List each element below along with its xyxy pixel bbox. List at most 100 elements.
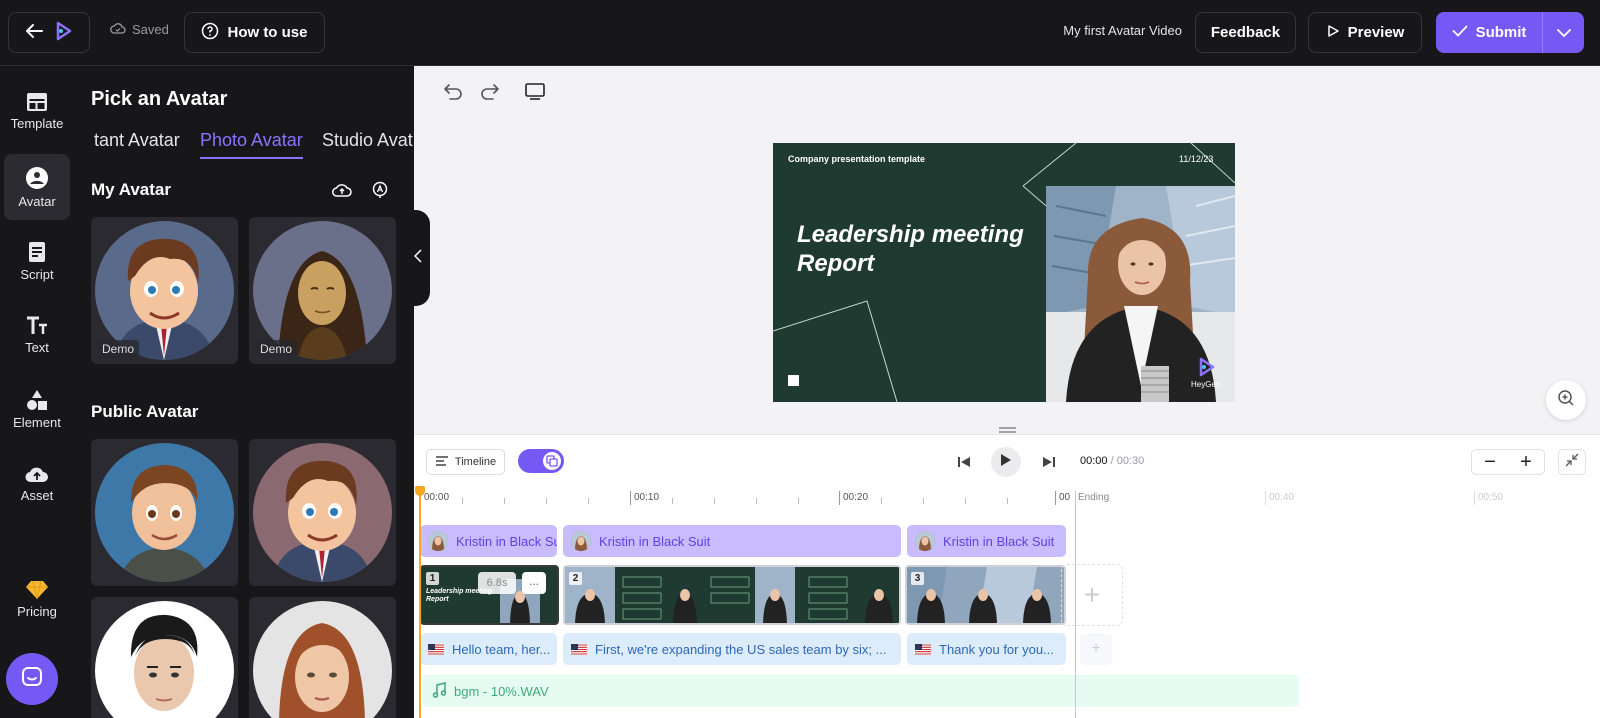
my-avatar-card[interactable]: Demo (91, 217, 238, 364)
redo-icon[interactable] (479, 80, 501, 102)
rail-item-script[interactable]: Script (4, 228, 70, 294)
tab-instant-avatar[interactable]: tant Avatar (94, 130, 180, 151)
script-clip[interactable]: First, we're expanding the US sales team… (563, 633, 901, 665)
rail-label: Avatar (18, 193, 56, 209)
template-icon (26, 92, 48, 112)
cloud-check-icon (110, 22, 126, 37)
public-avatar-card[interactable] (249, 439, 396, 586)
total-time: / 00:30 (1107, 455, 1145, 467)
collapse-panel-button[interactable] (406, 210, 430, 306)
heygen-watermark: HeyGen (1191, 356, 1220, 389)
scene-clip[interactable]: 3 (905, 565, 1066, 625)
layer-mode-switch[interactable] (518, 449, 564, 473)
zoom-in-canvas-button[interactable] (1546, 380, 1586, 420)
how-to-use-button[interactable]: How to use (184, 12, 325, 53)
rail-item-pricing[interactable]: Pricing (4, 566, 70, 632)
script-text: Hello team, her... (452, 641, 551, 657)
avatar-icon (25, 166, 49, 190)
play-outline-icon (1326, 24, 1340, 42)
script-clip[interactable]: Hello team, her... (420, 633, 557, 665)
music-note-icon (432, 681, 447, 701)
ruler-minor-tick (588, 498, 589, 504)
skip-forward-icon[interactable] (1039, 452, 1059, 472)
preview-label: Preview (1347, 24, 1405, 41)
asset-icon (25, 464, 49, 484)
expand-timeline-button[interactable] (1558, 449, 1586, 475)
public-avatar-card[interactable] (91, 597, 238, 718)
ruler-minor-tick (923, 498, 924, 504)
avatar-clip[interactable]: Kristin in Black Suit (907, 525, 1066, 557)
slide-headline[interactable]: Leadership meeting Report (797, 221, 1024, 279)
rail-item-avatar[interactable]: Avatar (4, 154, 70, 220)
slide-preview[interactable]: Company presentation template 11/12/23 L… (773, 143, 1235, 402)
avatar-clip-label: Kristin in Black Suit (456, 533, 557, 549)
ai-generate-icon[interactable] (370, 180, 390, 200)
headline-line-1: Leadership meeting (797, 221, 1024, 248)
scene-duration[interactable]: 6.8s (478, 572, 516, 594)
back-arrow-icon[interactable] (24, 23, 44, 43)
upload-icon[interactable] (332, 180, 352, 200)
playhead[interactable] (415, 486, 425, 718)
skip-back-icon[interactable] (954, 452, 974, 472)
my-avatar-card[interactable]: Demo (249, 217, 396, 364)
rail-item-element[interactable]: Element (4, 376, 70, 442)
element-icon (26, 389, 48, 411)
zoom-in-icon[interactable]: + (1520, 451, 1532, 474)
feedback-button[interactable]: Feedback (1195, 12, 1296, 53)
submit-options-button[interactable] (1543, 12, 1584, 53)
heygen-logo-text: HeyGen (1191, 380, 1221, 389)
aspect-ratio-icon[interactable] (524, 80, 546, 102)
tab-studio-avatar[interactable]: Studio Avat (322, 130, 413, 151)
rail-label: Template (10, 115, 64, 131)
chevron-left-icon (413, 248, 422, 268)
avatar-clip-label: Kristin in Black Suit (943, 533, 1055, 549)
ruler-minor-tick (714, 498, 715, 504)
my-avatar-title: My Avatar (91, 180, 171, 199)
tab-photo-avatar[interactable]: Photo Avatar (200, 130, 303, 159)
submit-button[interactable]: Submit (1436, 12, 1543, 53)
scene-more-button[interactable]: ... (522, 572, 546, 594)
end-marker-line (1075, 491, 1076, 718)
time-ruler[interactable]: 00:00 00:10 00:20 00 Ending 00:40 00:50 (414, 491, 1600, 511)
current-time: 00:00 (1080, 455, 1108, 467)
scene-clip[interactable]: 2 (563, 565, 901, 625)
saved-status: Saved (110, 22, 169, 37)
ruler-tick: 00:10 (630, 491, 659, 505)
ruler-minor-tick (546, 498, 547, 504)
chevron-down-icon (1556, 24, 1571, 41)
rail-item-text[interactable]: Text (4, 302, 70, 368)
ruler-minor-tick (881, 498, 882, 504)
ruler-minor-tick (798, 498, 799, 504)
script-clip[interactable]: Thank you for you... (907, 633, 1066, 665)
public-avatar-card[interactable] (249, 597, 396, 718)
ruler-tick: 00:50 (1474, 491, 1503, 505)
back-logo-group[interactable] (8, 12, 90, 53)
play-icon (1000, 453, 1012, 472)
play-button[interactable] (991, 447, 1021, 477)
left-rail: Template Avatar Script Text Element Asse… (0, 66, 74, 718)
public-avatar-card[interactable] (91, 439, 238, 586)
heygen-logo-icon (1199, 357, 1214, 377)
top-bar: Saved How to use My first Avatar Video F… (0, 0, 1600, 66)
bgm-clip[interactable]: bgm - 10%.WAV (422, 675, 1299, 707)
submit-label: Submit (1475, 24, 1527, 41)
avatar-clip[interactable]: Kristin in Black Suit (563, 525, 901, 557)
rail-item-asset[interactable]: Asset (4, 450, 70, 516)
ruler-tick: 00 (1055, 491, 1070, 505)
resize-handle-icon[interactable] (999, 420, 1016, 433)
undo-icon[interactable] (442, 80, 464, 102)
add-scene-button[interactable]: + (1061, 564, 1123, 626)
ruler-minor-tick (756, 498, 757, 504)
chat-support-button[interactable] (6, 653, 58, 705)
rail-item-template[interactable]: Template (4, 78, 70, 144)
ruler-tick: 00:20 (839, 491, 868, 505)
timeline-label: Timeline (454, 456, 497, 468)
project-title[interactable]: My first Avatar Video (1000, 23, 1182, 38)
preview-button[interactable]: Preview (1308, 12, 1422, 53)
cartoon-boy-avatar (95, 443, 234, 582)
zoom-out-icon[interactable]: − (1484, 451, 1496, 474)
scene-clip[interactable]: Leadership meeting Report 1 6.8s ... (420, 565, 559, 625)
avatar-clip[interactable]: Kristin in Black Suit (420, 525, 557, 557)
timeline-toggle-button[interactable]: Timeline (426, 449, 505, 475)
add-script-button[interactable]: + (1080, 633, 1112, 665)
